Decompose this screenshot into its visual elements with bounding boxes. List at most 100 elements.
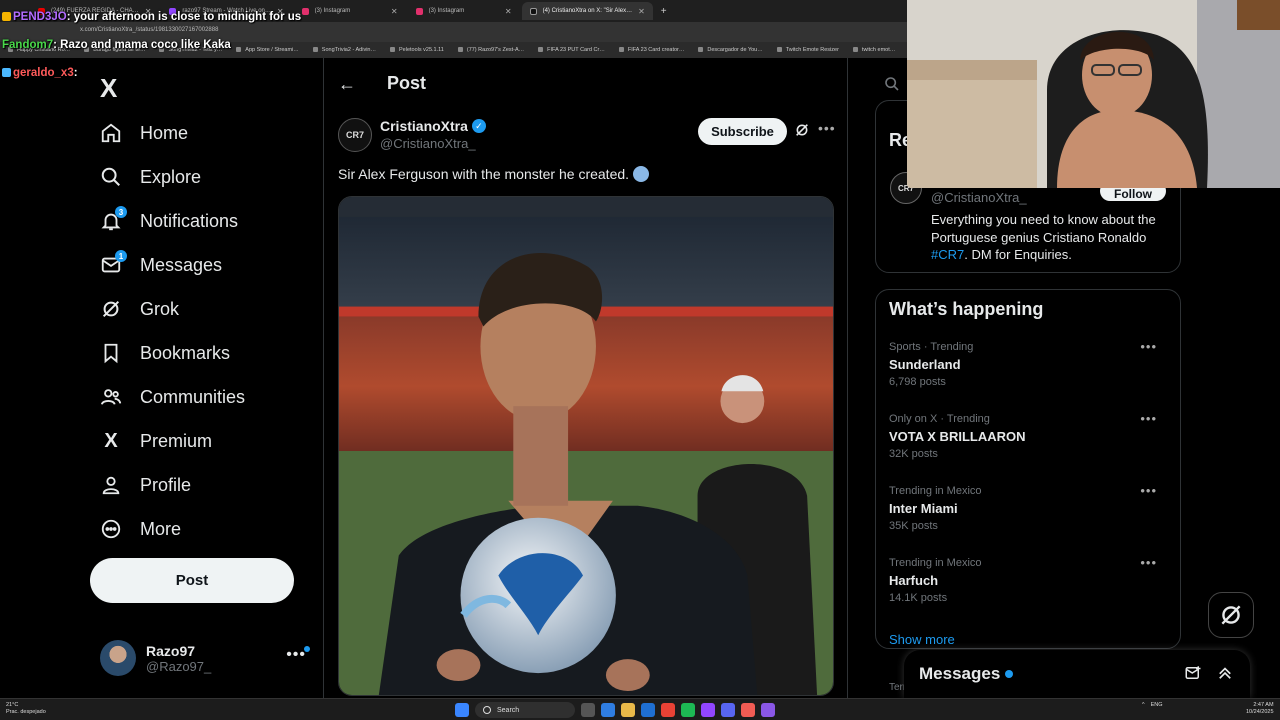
relevant-handle[interactable]: @CristianoXtra_ [931, 190, 1027, 205]
author-avatar[interactable]: CR7 [338, 118, 372, 152]
trend-item[interactable]: Trending in Mexico Harfuch 14.1K posts •… [889, 555, 1169, 604]
grok-icon [100, 298, 122, 320]
taskbar-search[interactable]: Search [475, 702, 575, 718]
tray-chevron-icon[interactable]: ^ [1142, 702, 1145, 708]
nav-item-messages[interactable]: 1 Messages [100, 243, 245, 287]
webcam-feed [907, 0, 1280, 188]
more-icon[interactable]: ••• [1140, 555, 1157, 570]
unread-dot [304, 646, 310, 652]
emoji-icon [633, 166, 650, 182]
windows-start-icon[interactable] [455, 703, 469, 717]
hashtag-link[interactable]: #CR7 [931, 247, 964, 262]
x-logo-icon: X [104, 429, 118, 452]
system-tray[interactable]: ^ ENG [1142, 702, 1163, 708]
instagram-favicon-icon [415, 7, 423, 15]
more-icon[interactable]: ••• [1140, 411, 1157, 426]
nav-item-bookmarks[interactable]: Bookmarks [100, 331, 245, 375]
bookmark-item[interactable]: FIFA 23 Card creator… [619, 47, 685, 53]
close-tab-icon[interactable]: ✕ [505, 7, 512, 16]
unread-dot [1005, 670, 1014, 678]
person-icon [100, 474, 122, 496]
envelope-icon: 1 [100, 250, 127, 276]
windows-taskbar: 21°C Prac. despejado Search ^ ENG 2:47 AM 1… [0, 698, 1280, 720]
post-button[interactable]: Post [90, 558, 294, 603]
page-title: Post [387, 73, 427, 93]
browser-tab[interactable]: (3) Instagram ✕ [294, 2, 406, 20]
messages-drawer-title[interactable]: Messages [919, 664, 1014, 684]
close-tab-icon[interactable]: ✕ [391, 7, 398, 16]
nav-item-notifications[interactable]: 3 Notifications [100, 199, 245, 243]
chat-message: Fandom7: Razo and mama coco like Kaka [2, 39, 231, 51]
music-icon[interactable] [741, 703, 755, 717]
nav-item-profile[interactable]: Profile [100, 463, 245, 507]
verified-badge-icon: ✓ [471, 119, 486, 133]
nav-item-home[interactable]: Home [100, 111, 245, 155]
store-icon[interactable] [641, 703, 655, 717]
grok-icon [1221, 605, 1241, 625]
browser-tab-active[interactable]: (4) CristianoXtra on X: "Sir Alex… ✕ [521, 2, 653, 20]
chat-message: geraldo_x3: [2, 66, 301, 80]
nav-item-more[interactable]: More [100, 507, 245, 551]
trend-item[interactable]: Only on X · Trending VOTA X BRILLAARON 3… [889, 411, 1169, 460]
webcam-overlay [907, 0, 1280, 188]
account-name: Razo97 [146, 642, 196, 659]
bookmark-icon [100, 342, 122, 364]
tweet-text: Sir Alex Ferguson with the monster he cr… [338, 166, 650, 182]
trend-item[interactable]: Trending in Mexico Inter Miami 35K posts… [889, 483, 1169, 532]
bookmark-item[interactable]: (77) Razo97's Zest-A… [458, 47, 524, 53]
message-badge: 1 [115, 250, 127, 262]
chat-message: PEND3JO: your afternoon is close to midn… [2, 10, 301, 24]
task-view-icon[interactable] [581, 703, 595, 717]
search-icon[interactable] [884, 76, 900, 92]
edge-icon[interactable] [601, 703, 615, 717]
taskbar-clock[interactable]: 2:47 AM 10/24/2025 [1246, 702, 1274, 716]
nav-item-grok[interactable]: Grok [100, 287, 245, 331]
bookmark-item[interactable]: Peletools v25.1.11 [390, 47, 444, 53]
post-image[interactable] [338, 196, 834, 696]
x-favicon-icon [529, 7, 537, 15]
nav-item-premium[interactable]: X Premium [100, 419, 245, 463]
bookmark-item[interactable]: SongTrivia2 - Adivin… [313, 47, 376, 53]
trend-item[interactable]: Sports · Trending Sunderland 6,798 posts… [889, 339, 1169, 388]
bookmark-item[interactable]: Descargador de You… [698, 47, 762, 53]
more-icon[interactable]: ••• [1140, 339, 1157, 354]
people-icon [100, 386, 122, 408]
stream-chat-overlay: PEND3JO: your afternoon is close to midn… [2, 10, 301, 80]
bookmark-item[interactable]: Twitch Emote Resizer [777, 47, 839, 53]
back-arrow-icon[interactable]: ← [338, 74, 356, 95]
author-name[interactable]: CristianoXtra ✓ [380, 118, 486, 134]
bookmark-item[interactable]: twitch emot… [853, 47, 895, 53]
sub-badge-icon [2, 12, 11, 21]
new-tab-button[interactable]: + [655, 6, 673, 17]
obs-icon[interactable] [701, 703, 715, 717]
bookmark-item[interactable]: FIFA 23 PUT Card Cr… [538, 47, 605, 53]
grok-icon[interactable] [794, 122, 810, 138]
nav-item-communities[interactable]: Communities [100, 375, 245, 419]
nav-item-explore[interactable]: Explore [100, 155, 245, 199]
more-icon[interactable]: ••• [818, 120, 836, 136]
grok-floating-button[interactable] [1208, 592, 1254, 638]
file-explorer-icon[interactable] [621, 703, 635, 717]
badge-icon [2, 68, 11, 77]
chrome-icon[interactable] [661, 703, 675, 717]
spotify-icon[interactable] [681, 703, 695, 717]
browser-tab[interactable]: (3) Instagram ✕ [408, 2, 520, 20]
more-icon[interactable]: ••• [1140, 483, 1157, 498]
home-icon [100, 122, 122, 144]
search-icon [100, 166, 122, 188]
primary-nav: Home Explore 3 Notifications 1 Messages … [100, 111, 245, 551]
discord-icon[interactable] [721, 703, 735, 717]
close-tab-icon[interactable]: ✕ [638, 7, 645, 16]
whats-happening-title: What’s happening [889, 299, 1044, 319]
app-icon[interactable] [761, 703, 775, 717]
new-message-icon[interactable] [1184, 664, 1202, 682]
subscribe-button[interactable]: Subscribe [698, 118, 787, 145]
account-switcher[interactable]: Razo97 @Razo97_ ••• [100, 638, 310, 678]
instagram-favicon-icon [301, 7, 309, 15]
notification-badge: 3 [115, 206, 127, 218]
weather-widget[interactable]: 21°C Prac. despejado [6, 702, 46, 716]
show-more-link[interactable]: Show more [889, 632, 955, 647]
chevron-up-icon[interactable] [1216, 664, 1234, 682]
author-handle[interactable]: @CristianoXtra_ [380, 136, 476, 151]
more-circle-icon [100, 518, 122, 540]
